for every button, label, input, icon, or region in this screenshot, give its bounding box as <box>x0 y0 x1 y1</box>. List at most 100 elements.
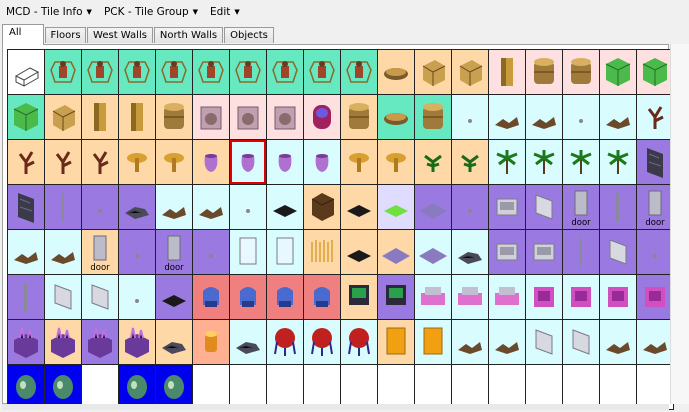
tile-cell[interactable] <box>304 50 340 94</box>
tile-cell[interactable] <box>378 185 414 229</box>
tile-cell[interactable] <box>526 320 562 364</box>
tile-cell[interactable] <box>267 320 303 364</box>
tile-cell[interactable] <box>230 185 266 229</box>
tile-cell[interactable] <box>341 230 377 274</box>
tile-cell[interactable] <box>526 230 562 274</box>
tile-cell[interactable]: door <box>563 185 599 229</box>
tile-cell[interactable] <box>563 50 599 94</box>
tile-cell[interactable] <box>8 185 44 229</box>
tile-cell[interactable] <box>600 185 636 229</box>
tile-cell[interactable] <box>526 50 562 94</box>
tile-cell[interactable] <box>82 320 118 364</box>
tile-cell[interactable] <box>119 185 155 229</box>
tile-cell[interactable] <box>378 320 414 364</box>
tile-cell[interactable] <box>489 95 525 139</box>
tile-cell[interactable] <box>230 275 266 319</box>
tile-cell[interactable] <box>526 95 562 139</box>
tile-cell[interactable] <box>230 320 266 364</box>
tile-cell[interactable] <box>82 185 118 229</box>
menu-pck-tile-group[interactable]: PCK - Tile Group ▼ <box>98 6 204 18</box>
tile-cell[interactable] <box>119 140 155 184</box>
tile-cell[interactable] <box>230 230 266 274</box>
tile-cell[interactable] <box>526 185 562 229</box>
tile-cell[interactable] <box>267 140 303 184</box>
tile-cell[interactable] <box>452 185 488 229</box>
tile-cell[interactable] <box>415 95 451 139</box>
tile-cell[interactable]: door <box>637 185 673 229</box>
tile-cell[interactable] <box>45 275 81 319</box>
tile-cell[interactable] <box>230 50 266 94</box>
tile-cell[interactable] <box>8 50 44 94</box>
tile-cell[interactable] <box>82 275 118 319</box>
tile-cell[interactable] <box>489 50 525 94</box>
tile-cell[interactable] <box>637 50 673 94</box>
tile-cell[interactable] <box>415 275 451 319</box>
tile-cell[interactable] <box>378 275 414 319</box>
tile-cell[interactable] <box>600 320 636 364</box>
tab-floors[interactable]: Floors <box>45 27 86 43</box>
tab-north-walls[interactable]: North Walls <box>154 27 223 43</box>
tab-objects[interactable]: Objects <box>224 27 274 43</box>
tile-cell[interactable] <box>415 50 451 94</box>
tile-cell[interactable] <box>230 365 266 409</box>
tile-cell[interactable] <box>341 185 377 229</box>
tile-cell[interactable] <box>156 50 192 94</box>
tile-cell[interactable] <box>452 275 488 319</box>
tile-cell[interactable] <box>415 320 451 364</box>
tile-cell[interactable] <box>452 365 488 409</box>
tile-cell[interactable] <box>341 275 377 319</box>
tile-cell[interactable] <box>304 320 340 364</box>
tile-cell[interactable] <box>193 230 229 274</box>
tile-cell[interactable] <box>637 365 673 409</box>
tile-cell[interactable] <box>8 365 44 409</box>
tile-cell[interactable] <box>267 95 303 139</box>
tile-cell[interactable] <box>600 230 636 274</box>
tile-cell[interactable] <box>119 230 155 274</box>
tile-cell[interactable] <box>45 185 81 229</box>
tile-cell[interactable] <box>563 365 599 409</box>
tile-cell[interactable] <box>452 95 488 139</box>
tile-cell[interactable] <box>267 275 303 319</box>
tile-cell[interactable] <box>82 365 118 409</box>
tile-cell[interactable] <box>637 140 673 184</box>
tile-cell[interactable] <box>378 50 414 94</box>
tile-cell[interactable] <box>8 275 44 319</box>
tile-cell[interactable] <box>489 140 525 184</box>
tile-cell[interactable] <box>563 230 599 274</box>
tile-cell[interactable] <box>156 95 192 139</box>
tile-cell[interactable] <box>82 95 118 139</box>
tile-cell[interactable] <box>45 230 81 274</box>
tile-cell[interactable] <box>193 365 229 409</box>
tile-cell[interactable] <box>82 50 118 94</box>
tile-cell[interactable] <box>8 140 44 184</box>
tile-cell[interactable] <box>415 140 451 184</box>
tile-cell[interactable] <box>452 320 488 364</box>
tile-cell[interactable] <box>193 320 229 364</box>
tile-cell[interactable] <box>119 320 155 364</box>
tile-cell[interactable]: door <box>156 230 192 274</box>
tile-cell[interactable] <box>600 365 636 409</box>
tile-cell[interactable] <box>193 95 229 139</box>
tile-cell[interactable] <box>8 230 44 274</box>
tile-cell[interactable] <box>119 275 155 319</box>
tile-cell[interactable] <box>452 50 488 94</box>
tile-cell[interactable] <box>193 185 229 229</box>
tile-cell[interactable] <box>489 185 525 229</box>
tile-cell[interactable] <box>230 95 266 139</box>
tile-cell[interactable] <box>600 275 636 319</box>
tile-cell[interactable] <box>82 140 118 184</box>
tile-cell[interactable] <box>526 275 562 319</box>
tile-cell[interactable] <box>8 95 44 139</box>
tile-cell[interactable] <box>267 230 303 274</box>
tile-cell[interactable] <box>378 365 414 409</box>
tile-cell[interactable] <box>156 365 192 409</box>
tile-cell[interactable] <box>489 275 525 319</box>
tile-cell[interactable] <box>563 140 599 184</box>
tile-cell[interactable] <box>600 95 636 139</box>
tile-cell[interactable] <box>415 365 451 409</box>
tile-cell[interactable] <box>45 140 81 184</box>
tile-cell[interactable] <box>378 230 414 274</box>
tile-cell[interactable] <box>415 230 451 274</box>
tile-cell[interactable] <box>378 140 414 184</box>
tile-cell[interactable] <box>304 95 340 139</box>
